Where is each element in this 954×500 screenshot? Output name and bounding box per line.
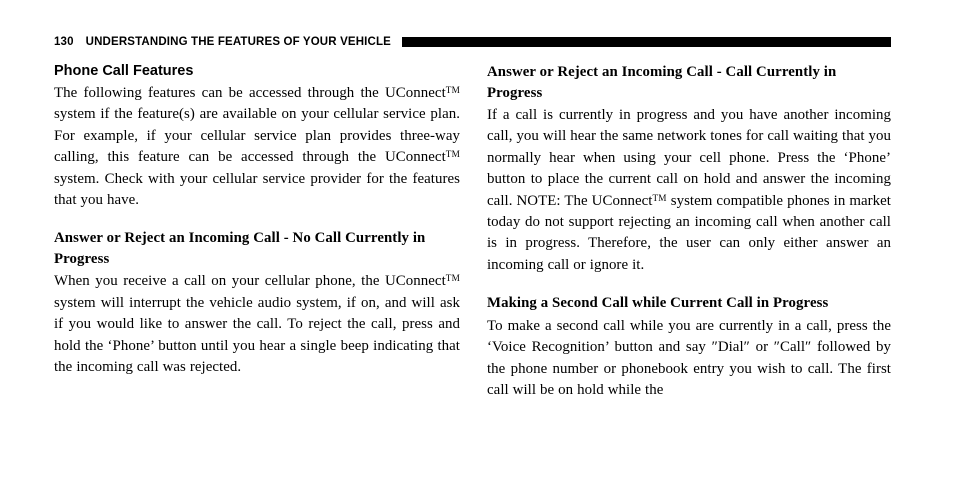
heading-answer-reject-call-in-progress: Answer or Reject an Incoming Call - Call… bbox=[487, 64, 837, 101]
paragraph-answer-reject-no-call: When you receive a call on your cellular… bbox=[54, 271, 460, 378]
paragraph-making-second-call: To make a second call while you are curr… bbox=[487, 317, 891, 398]
paragraph-text-segment: system. Check with your cellular service… bbox=[54, 170, 460, 209]
paragraph-text-segment: system will interrupt the vehicle audio … bbox=[54, 294, 460, 376]
heading-answer-reject-no-call: Answer or Reject an Incoming Call - No C… bbox=[54, 230, 426, 267]
page-number: 130 bbox=[54, 36, 74, 48]
trademark-symbol: TM bbox=[445, 149, 460, 160]
paragraph-text-segment: system if the feature(s) are available o… bbox=[54, 106, 460, 166]
running-header-title: UNDERSTANDING THE FEATURES OF YOUR VEHIC… bbox=[85, 36, 391, 48]
trademark-symbol: TM bbox=[445, 85, 460, 96]
trademark-symbol: TM bbox=[652, 192, 667, 203]
paragraph-answer-reject-call-in-progress: If a call is currently in progress and y… bbox=[487, 105, 891, 276]
paragraph-text-segment: The following features can be accessed t… bbox=[54, 85, 446, 101]
trademark-symbol: TM bbox=[445, 273, 460, 284]
running-header: 130 UNDERSTANDING THE FEATURES OF YOUR V… bbox=[54, 34, 891, 50]
heading-phone-call-features: Phone Call Features bbox=[54, 63, 194, 79]
right-column: Answer or Reject an Incoming Call - Call… bbox=[487, 62, 891, 462]
paragraph-phone-call-features: The following features can be accessed t… bbox=[54, 83, 460, 211]
left-column: Phone Call Features The following featur… bbox=[54, 62, 460, 462]
page-body: Phone Call Features The following featur… bbox=[54, 62, 891, 462]
header-rule-bar bbox=[401, 37, 891, 47]
heading-making-second-call: Making a Second Call while Current Call … bbox=[487, 295, 829, 312]
paragraph-text-segment: When you receive a call on your cellular… bbox=[54, 273, 446, 290]
